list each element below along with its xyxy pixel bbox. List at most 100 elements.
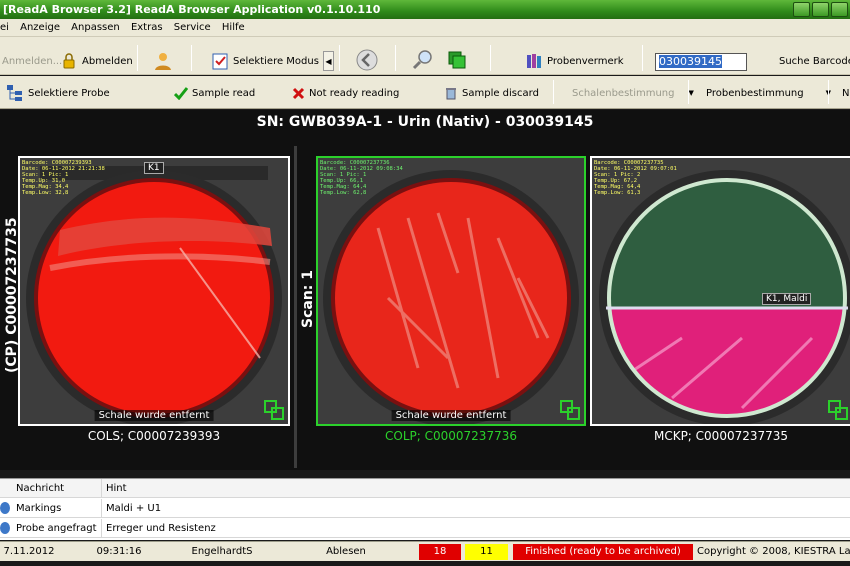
- status-time: 09:31:16: [96, 546, 142, 557]
- search-barcode-label: Suche Barcode: [779, 55, 850, 67]
- status-state: Finished (ready to be archived): [513, 544, 693, 560]
- menu-bar: ei Anzeige Anpassen Extras Service Hilfe: [0, 19, 850, 37]
- agar-plate-red-streaked: [318, 158, 584, 424]
- sample-discard-label: Sample discard: [462, 87, 539, 99]
- sample-read-button[interactable]: Sample read: [174, 82, 255, 104]
- plate-marker: K1, Maldi: [762, 293, 812, 305]
- login-button[interactable]: Anmelden...: [2, 50, 62, 72]
- message-grid: Nachricht Hint Markings Maldi + U1 Probe…: [0, 478, 850, 540]
- logout-label: Abmelden: [82, 55, 133, 67]
- status-copyright: Copyright © 2008, KIESTRA Lab A: [697, 546, 850, 557]
- menu-datei[interactable]: ei: [0, 19, 13, 37]
- close-button[interactable]: [831, 2, 848, 17]
- barcode-input[interactable]: 030039145: [655, 53, 747, 71]
- grid-header-hint[interactable]: Hint: [104, 479, 127, 498]
- grid-header-row: Nachricht Hint: [0, 479, 850, 498]
- minimize-button[interactable]: [793, 2, 810, 17]
- grid-cell-hint: Erreger und Resistenz: [106, 523, 216, 534]
- status-count-red: 18: [419, 544, 461, 560]
- plate-action-icon[interactable]: [828, 400, 848, 420]
- trash-icon: [446, 88, 456, 100]
- lock-icon: [63, 53, 75, 69]
- table-row[interactable]: Markings Maldi + U1: [0, 499, 850, 518]
- dropdown-arrow-icon: ▼: [688, 89, 694, 97]
- plate-info: Barcode: C00007237735 Date: 06-11-2012 0…: [594, 160, 677, 196]
- grid-cell-nachricht: Markings: [14, 499, 102, 518]
- select-sample-label: Selektiere Probe: [28, 87, 110, 99]
- window-title: [ReadA Browser 3.2] ReadA Browser Applic…: [3, 3, 381, 16]
- mode-dropdown-arrow[interactable]: ◀: [323, 51, 334, 71]
- scan-label: Scan: 1: [300, 269, 316, 328]
- grid-header-nachricht[interactable]: Nachricht: [14, 479, 102, 498]
- grid-cell-nachricht: Probe angefragt: [14, 519, 102, 538]
- sample-header: SN: GWB039A-1 - Urin (Nativ) - 030039145: [256, 114, 594, 130]
- tree-icon: [7, 85, 22, 101]
- probenbestimmung-dropdown[interactable]: Probenbestimmung ▼: [706, 82, 831, 104]
- search-barcode-button[interactable]: Suche Barcode: [779, 50, 850, 72]
- probenbestimmung-label: Probenbestimmung: [706, 87, 804, 99]
- action-toolbar: Selektiere Probe Sample read Not ready r…: [0, 76, 850, 109]
- green-check-icon: [174, 87, 188, 100]
- schalenbestimmung-label: Schalenbestimmung: [572, 87, 675, 99]
- plate-image-mckp[interactable]: Barcode: C00007237735 Date: 06-11-2012 0…: [590, 156, 850, 426]
- magnifier-icon: [412, 50, 432, 70]
- info-icon: [0, 522, 10, 534]
- user-button[interactable]: [152, 50, 174, 72]
- caret-left-icon: ◀: [325, 56, 332, 66]
- barcode-value: 030039145: [659, 55, 722, 68]
- copy-button[interactable]: [447, 49, 467, 71]
- probenvermerk-label: Probenvermerk: [547, 55, 624, 67]
- back-arrow-icon: [356, 49, 378, 71]
- plate-label-colp: COLP; C00007237736: [385, 429, 517, 443]
- menu-hilfe[interactable]: Hilfe: [218, 19, 249, 37]
- status-mode: Ablesen: [326, 546, 366, 557]
- grid-cell-hint: Maldi + U1: [106, 503, 162, 514]
- info-icon: [0, 502, 10, 514]
- plate-label-mckp: MCKP; C00007237735: [653, 429, 789, 443]
- menu-extras[interactable]: Extras: [127, 19, 167, 37]
- menu-anzeige[interactable]: Anzeige: [16, 19, 64, 37]
- plate-info: Barcode: C00007239393 Date: 06-11-2012 2…: [22, 160, 105, 196]
- overflow-button[interactable]: N: [842, 82, 849, 104]
- window-titlebar: [ReadA Browser 3.2] ReadA Browser Applic…: [0, 0, 850, 19]
- status-count-yellow: 11: [465, 544, 508, 560]
- probenvermerk-button[interactable]: Probenvermerk: [525, 50, 624, 72]
- checklist-icon: [212, 53, 228, 70]
- plate-info: Barcode: C00007237736 Date: 06-11-2012 0…: [320, 160, 403, 196]
- agar-plate-red: [20, 158, 288, 424]
- books-icon: [527, 54, 541, 68]
- plate-removed-notice: Schale wurde entfernt: [94, 410, 214, 421]
- plate-image-colp[interactable]: Barcode: C00007237736 Date: 06-11-2012 0…: [316, 156, 586, 426]
- login-label: Anmelden...: [2, 55, 63, 67]
- agar-plate-split: [592, 158, 850, 424]
- plate-marker: K1: [144, 162, 164, 174]
- plate-action-icon[interactable]: [264, 400, 284, 420]
- logout-button[interactable]: Abmelden: [60, 50, 133, 72]
- select-sample-button[interactable]: Selektiere Probe: [6, 82, 110, 104]
- sample-discard-button[interactable]: Sample discard: [444, 82, 539, 104]
- green-squares-icon: [448, 51, 466, 69]
- maximize-button[interactable]: [812, 2, 829, 17]
- overflow-label: N: [842, 87, 850, 99]
- menu-anpassen[interactable]: Anpassen: [67, 19, 124, 37]
- schalenbestimmung-dropdown[interactable]: Schalenbestimmung ▼: [572, 82, 694, 104]
- back-button[interactable]: [356, 49, 378, 71]
- menu-service[interactable]: Service: [170, 19, 215, 37]
- not-ready-label: Not ready reading: [309, 87, 400, 99]
- status-user: EngelhardtS: [191, 546, 253, 557]
- plate-image-cols[interactable]: Barcode: C00007239393 Date: 06-11-2012 2…: [18, 156, 290, 426]
- status-date: 7.11.2012: [3, 546, 55, 557]
- status-bar: 7.11.2012 09:31:16 EngelhardtS Ablesen 1…: [0, 541, 850, 561]
- table-row[interactable]: Probe angefragt Erreger und Resistenz: [0, 519, 850, 538]
- user-group-icon: [155, 53, 171, 70]
- bottom-edge: [0, 561, 850, 566]
- zoom-button[interactable]: [412, 49, 434, 71]
- viewer-divider: [294, 146, 297, 468]
- sample-read-label: Sample read: [192, 87, 256, 99]
- select-mode-label: Selektiere Modus: [233, 55, 319, 67]
- not-ready-button[interactable]: Not ready reading: [292, 82, 399, 104]
- plate-removed-notice: Schale wurde entfernt: [391, 410, 511, 421]
- plate-label-cols: COLS; C00007239393: [87, 429, 221, 443]
- select-mode-button[interactable]: Selektiere Modus: [211, 50, 319, 72]
- plate-action-icon[interactable]: [560, 400, 580, 420]
